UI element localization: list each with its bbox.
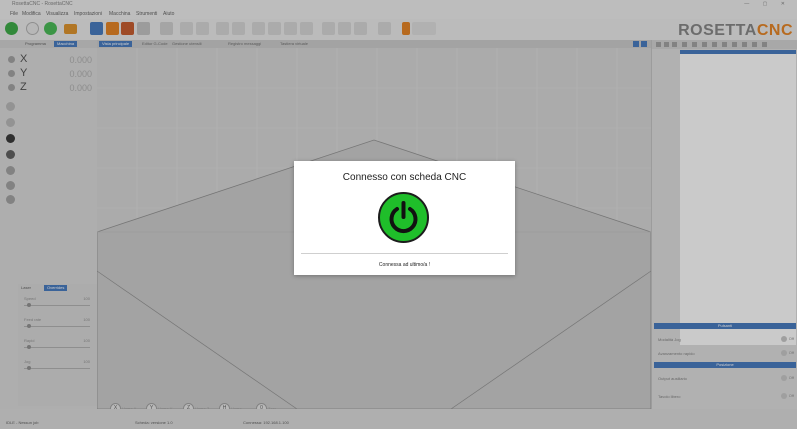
connection-dialog: Connesso con scheda CNC Connessa ad ulti… xyxy=(294,161,515,275)
power-icon xyxy=(389,201,418,234)
connect-last-link[interactable]: Connessa ad ultimo/a ! xyxy=(294,262,515,268)
dialog-title: Connesso con scheda CNC xyxy=(342,172,467,183)
power-button[interactable] xyxy=(378,192,429,243)
dialog-separator xyxy=(301,253,508,254)
